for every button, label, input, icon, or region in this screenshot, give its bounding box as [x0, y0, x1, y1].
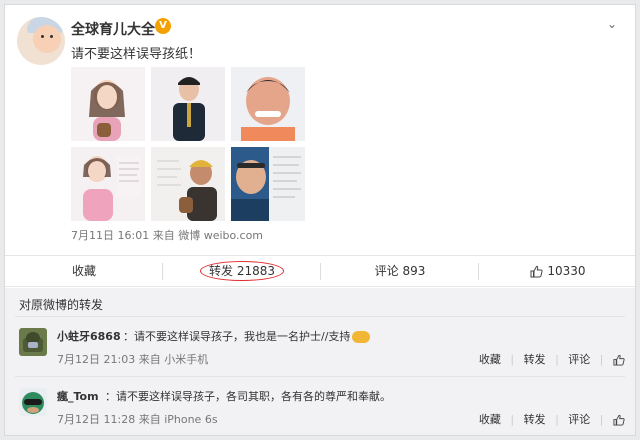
thumbs-up-icon	[530, 265, 544, 278]
author-name[interactable]: 全球育儿大全	[71, 19, 155, 39]
forward-text: ：请不要这样误导孩子，我也是一名护士//支持	[123, 328, 371, 344]
divider: |	[599, 413, 604, 426]
post-image-4[interactable]	[71, 147, 145, 221]
divider: |	[599, 353, 604, 366]
forward-favorite-button[interactable]: 收藏	[479, 413, 501, 426]
user-name[interactable]: 小蛀牙6868	[57, 328, 121, 344]
user-name[interactable]: 瘋_Tom	[57, 388, 99, 404]
comment-label: 评论 893	[374, 264, 426, 278]
divider: |	[510, 353, 515, 366]
post-text: 请不要这样误导孩纸！	[71, 47, 202, 62]
name-separator: ：	[123, 330, 134, 343]
forward-favorite-button[interactable]: 收藏	[479, 353, 501, 366]
forward-time[interactable]: 7月12日 11:28	[57, 413, 135, 426]
photo-officer-icon	[151, 67, 225, 141]
avatar-image-icon	[19, 388, 47, 416]
post-action-bar: 收藏 转发 21883 评论 893 10330	[5, 255, 635, 287]
divider: |	[555, 413, 559, 426]
photo-old-man-icon	[231, 67, 305, 141]
post-meta: 7月11日 16:01 来自 微博 weibo.com	[71, 227, 263, 243]
weibo-post-card: 全球育儿大全 V ⌄ 请不要这样误导孩纸！ 7月11日 16:01 来自 微博 …	[4, 4, 636, 436]
handshake-emoji-icon	[352, 331, 371, 343]
forward-list-panel: 对原微博的转发 小蛀牙6868 ：请不要这样误导孩子，我也是一名护士//支持 7…	[5, 288, 635, 435]
favorite-label: 收藏	[71, 264, 96, 278]
repost-label: 转发 21883	[200, 261, 284, 281]
forward-like-button[interactable]	[613, 413, 625, 426]
forward-meta: 7月12日 11:28 来自 iPhone 6s	[57, 411, 218, 427]
forward-source: 来自 小米手机	[138, 353, 209, 366]
post-time[interactable]: 7月11日 16:01	[71, 229, 149, 242]
photo-girl-2-icon	[71, 147, 145, 221]
avatar-image-icon	[19, 328, 47, 356]
post-source[interactable]: 来自 微博 weibo.com	[153, 229, 263, 242]
photo-man-blue-icon	[231, 147, 305, 221]
thumbs-up-icon	[613, 354, 625, 366]
divider	[15, 316, 625, 317]
user-avatar[interactable]	[19, 388, 47, 416]
author-avatar[interactable]	[17, 17, 65, 65]
forward-content: 请不要这样误导孩子，各司其职，各有各的尊严和奉献。	[116, 390, 391, 403]
like-button[interactable]: 10330	[479, 256, 637, 286]
forward-comment-button[interactable]: 评论	[568, 413, 590, 426]
chevron-down-icon[interactable]: ⌄	[607, 17, 617, 31]
photo-worker-icon	[151, 147, 225, 221]
thumbs-up-icon	[613, 414, 625, 426]
forward-comment-button[interactable]: 评论	[568, 353, 590, 366]
like-count: 10330	[547, 264, 586, 278]
forward-actions: 收藏 | 转发 | 评论 |	[473, 351, 625, 367]
post-image-6[interactable]	[231, 147, 305, 221]
forward-repost-button[interactable]: 转发	[524, 353, 546, 366]
forward-item: 小蛀牙6868 ：请不要这样误导孩子，我也是一名护士//支持 7月12日 21:…	[5, 324, 635, 378]
post-image-1[interactable]	[71, 67, 145, 141]
forward-list-header: 对原微博的转发	[19, 298, 104, 312]
name-separator: ：	[105, 390, 116, 403]
forward-item: 瘋_Tom ：请不要这样误导孩子，各司其职，各有各的尊严和奉献。 7月12日 1…	[5, 384, 635, 438]
forward-repost-button[interactable]: 转发	[524, 413, 546, 426]
forward-content: 请不要这样误导孩子，我也是一名护士//支持	[134, 330, 351, 343]
avatar-face	[33, 25, 61, 53]
avatar-eye	[50, 35, 53, 38]
favorite-button[interactable]: 收藏	[5, 256, 163, 286]
divider	[15, 376, 625, 377]
image-grid	[71, 67, 305, 223]
avatar-eye	[41, 35, 44, 38]
divider: |	[510, 413, 515, 426]
forward-time[interactable]: 7月12日 21:03	[57, 353, 135, 366]
divider: |	[555, 353, 559, 366]
post-image-5[interactable]	[151, 147, 225, 221]
verified-badge-icon: V	[155, 18, 171, 34]
comment-button[interactable]: 评论 893	[321, 256, 479, 286]
post-image-3[interactable]	[231, 67, 305, 141]
forward-actions: 收藏 | 转发 | 评论 |	[473, 411, 625, 427]
forward-source: 来自 iPhone 6s	[138, 413, 218, 426]
photo-girl-icon	[71, 67, 145, 141]
forward-text: ：请不要这样误导孩子，各司其职，各有各的尊严和奉献。	[105, 388, 391, 404]
user-avatar[interactable]	[19, 328, 47, 356]
forward-meta: 7月12日 21:03 来自 小米手机	[57, 351, 208, 367]
repost-button[interactable]: 转发 21883	[163, 256, 321, 286]
forward-like-button[interactable]	[613, 353, 625, 366]
post-image-2[interactable]	[151, 67, 225, 141]
